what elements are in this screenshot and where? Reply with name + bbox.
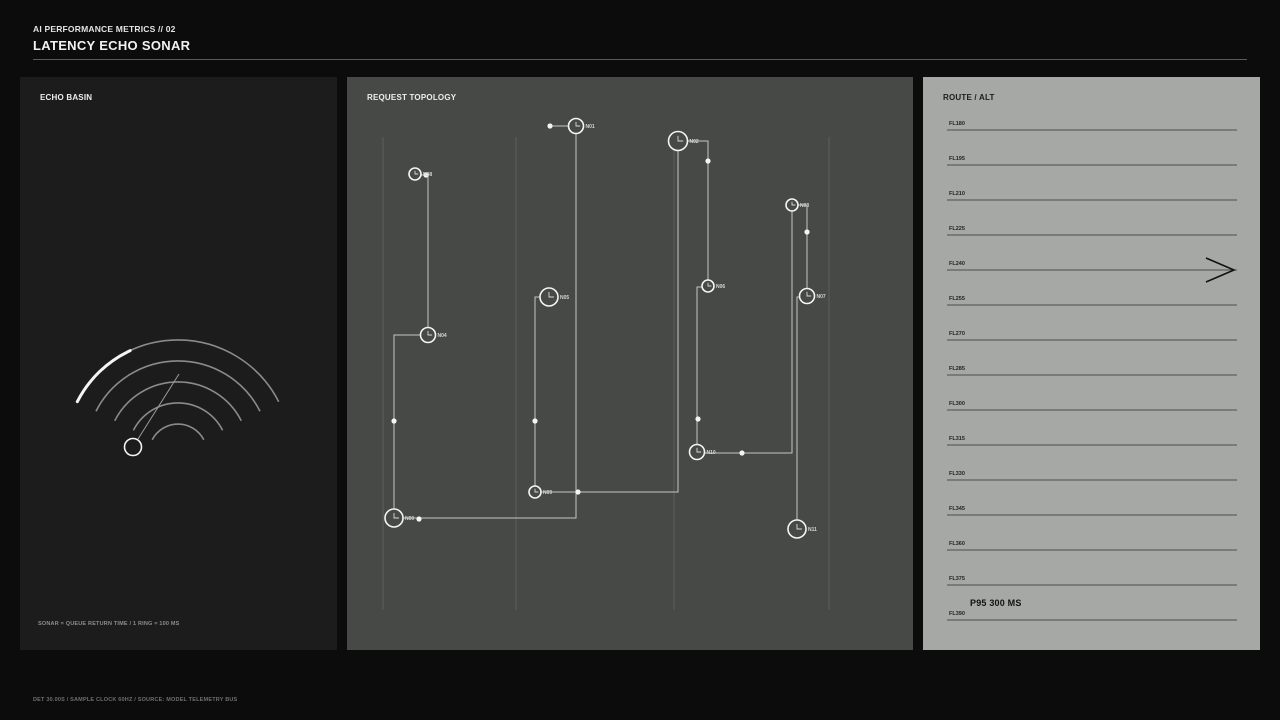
- node-label: N07: [817, 294, 826, 300]
- topology-node: N01: [567, 117, 595, 135]
- altitude-row: FL270: [947, 331, 1237, 341]
- edge-dot: [705, 158, 711, 164]
- edge-n09-n05: [534, 296, 549, 492]
- altitude-row: FL240: [947, 261, 1237, 271]
- edge-n00-n01: [394, 126, 577, 519]
- altitude-label: FL240: [949, 261, 965, 267]
- altitude-row: FL390: [947, 611, 1237, 621]
- altitude-row: FL300: [947, 401, 1237, 411]
- node-label: N03: [800, 203, 809, 209]
- altitude-label: FL330: [949, 471, 965, 477]
- edge-n00-n04: [393, 334, 428, 518]
- node-label: N10: [707, 450, 716, 456]
- route-altitude-panel: ROUTE / ALT FL180 FL195 FL210 FL225 FL240 FL2…: [923, 77, 1260, 650]
- topology-node: N10: [688, 443, 716, 461]
- edge-dot: [739, 450, 745, 456]
- page-title: LATENCY ECHO SONAR: [33, 38, 191, 53]
- p95-latency-label: P95 300 MS: [970, 598, 1022, 608]
- altitude-label: FL300: [949, 401, 965, 407]
- altitude-row: FL345: [947, 506, 1237, 516]
- edge-n02-n06: [678, 140, 709, 287]
- topology-node: N02: [667, 130, 699, 152]
- sonar-ring: [151, 423, 205, 441]
- header-divider: [33, 59, 1247, 60]
- altitude-label: FL375: [949, 576, 965, 582]
- sonar-ring: [132, 402, 224, 431]
- edge-n10-n03: [697, 205, 793, 454]
- altitude-label: FL390: [949, 611, 965, 617]
- topology-node: N11: [787, 519, 817, 539]
- topology-node: N06: [701, 279, 725, 293]
- altitude-row: FL180: [947, 121, 1237, 131]
- edge-n07-n11: [796, 296, 807, 529]
- sonar-graphic: [75, 339, 280, 457]
- edge-n06-n10: [696, 286, 708, 453]
- altitude-row: FL210: [947, 191, 1237, 201]
- sonar-origin-node: [123, 437, 143, 457]
- altitude-label: FL285: [949, 366, 965, 372]
- altitude-label: FL360: [949, 541, 965, 547]
- altitude-row: FL225: [947, 226, 1237, 236]
- topology-node: N04: [419, 326, 447, 344]
- sonar-ring: [113, 381, 243, 422]
- edge-dot: [695, 416, 701, 422]
- echo-basin-panel: ECHO BASIN SONAR = QUEUE RETURN TIME / 1…: [20, 77, 337, 650]
- topology-node: N09: [528, 485, 552, 499]
- topology-graph: N00 N01 N02 N03 N04 N05 N06 N07 N08 N09 N10 N11: [382, 117, 830, 610]
- topology-node: N07: [798, 287, 826, 305]
- edge-dot: [575, 489, 581, 495]
- footer-meta: DET 30.00S / SAMPLE CLOCK 60HZ / SOURCE:…: [33, 697, 238, 703]
- altitude-label: FL270: [949, 331, 965, 337]
- edge-n09-n02: [535, 141, 679, 493]
- topology-edge-dots: [391, 123, 810, 522]
- altitude-row: FL285: [947, 366, 1237, 376]
- sonar-echo-highlight: [75, 349, 132, 404]
- sonar-ring: [76, 339, 280, 403]
- node-label: N05: [560, 295, 569, 301]
- node-label: N09: [543, 490, 552, 496]
- node-label: N02: [690, 139, 699, 145]
- echo-basin-caption: SONAR = QUEUE RETURN TIME / 1 RING = 100…: [38, 621, 180, 627]
- altitude-row: FL195: [947, 156, 1237, 166]
- topology-edges: [393, 125, 808, 529]
- header-kicker: AI PERFORMANCE METRICS // 02: [33, 24, 176, 34]
- node-label: N11: [808, 527, 817, 533]
- topology-node: N00: [384, 508, 414, 528]
- altitude-label: FL345: [949, 506, 965, 512]
- altitude-label: FL195: [949, 156, 965, 162]
- altitude-row: FL330: [947, 471, 1237, 481]
- edge-dot: [804, 229, 810, 235]
- altitude-row: FL315: [947, 436, 1237, 446]
- altitude-label: FL180: [949, 121, 965, 127]
- sonar-pointer-line: [137, 373, 180, 440]
- edge-dot: [391, 418, 397, 424]
- topology-node: N08: [408, 167, 432, 181]
- request-topology-panel: REQUEST TOPOLOGY N00 N01 N02 N03 N04 N05…: [347, 77, 913, 650]
- lane-guides: [382, 137, 830, 610]
- node-label: N06: [716, 284, 725, 290]
- altitude-label: FL225: [949, 226, 965, 232]
- edge-n03-n07: [792, 204, 808, 297]
- altitude-ladder: FL180 FL195 FL210 FL225 FL240 FL255 FL270 FL285…: [947, 121, 1237, 621]
- altitude-label: FL210: [949, 191, 965, 197]
- edge-n04-n08: [415, 174, 429, 335]
- altitude-label: FL315: [949, 436, 965, 442]
- altitude-row: FL255: [947, 296, 1237, 306]
- node-label: N00: [405, 516, 414, 522]
- topology-node: N05: [539, 287, 569, 307]
- edge-dot: [416, 516, 422, 522]
- node-label: N08: [423, 172, 432, 178]
- edge-dot: [532, 418, 538, 424]
- altitude-label: FL255: [949, 296, 965, 302]
- altitude-row: FL360: [947, 541, 1237, 551]
- node-label: N01: [586, 124, 595, 130]
- topology-node: N03: [785, 198, 809, 212]
- node-label: N04: [438, 333, 447, 339]
- edge-dot: [547, 123, 553, 129]
- altitude-row: FL375: [947, 576, 1237, 586]
